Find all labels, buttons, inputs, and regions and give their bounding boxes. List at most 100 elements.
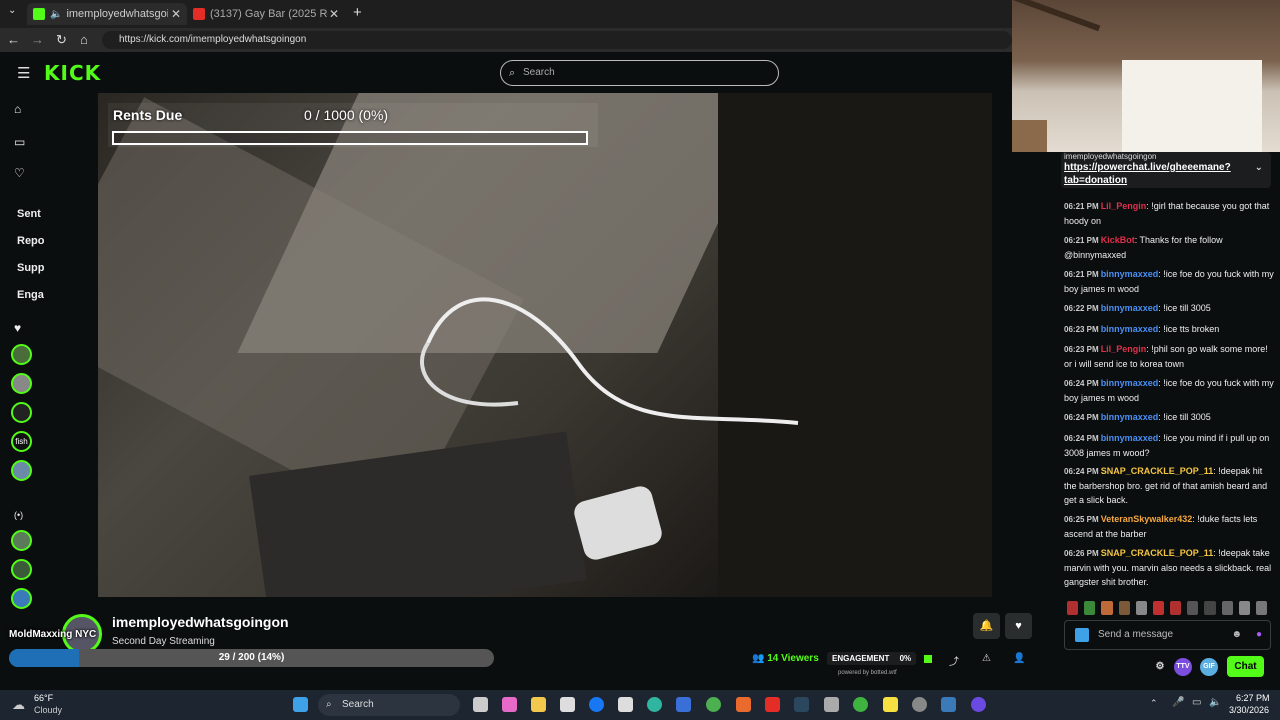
tab-kick[interactable]: 🔈 imemployedwhatsgoingon St ✕ [27,3,187,25]
xbox-icon[interactable] [853,697,868,712]
chat-username[interactable]: binnymaxxed [1101,269,1159,279]
chat-username[interactable]: VeteranSkywalker432 [1101,514,1193,524]
volume-icon[interactable]: 🔈 [1209,697,1221,708]
chat-input[interactable]: Send a message ☻ ● [1064,620,1271,650]
browse-icon[interactable]: ▭ [14,135,25,149]
task-view-icon[interactable] [473,697,488,712]
report-icon[interactable]: ⚠ [982,653,991,664]
close-tab-icon[interactable]: ✕ [171,7,181,21]
cloud-icon[interactable]: ☁ [12,697,25,713]
chat-username[interactable]: binnymaxxed [1101,324,1159,334]
emote-icon[interactable] [1204,601,1216,615]
goal-value: 0 / 1000 (0%) [304,107,389,123]
home-icon[interactable]: ⌂ [14,102,21,116]
emote-icon[interactable] [1135,601,1147,615]
edge-icon[interactable] [647,697,662,712]
sidebar-item-enga[interactable]: Enga [17,289,44,301]
emoji-icon[interactable]: ☻ [1231,621,1242,649]
ttv-button[interactable]: TTV [1174,658,1192,676]
facebook-icon[interactable] [589,697,604,712]
close-tab-icon[interactable]: ✕ [329,7,339,21]
clock-time[interactable]: 6:27 PM [1236,693,1270,703]
weather-temp[interactable]: 66°F [34,693,53,703]
chat-username[interactable]: binnymaxxed [1101,433,1159,443]
amazon-icon[interactable] [618,697,633,712]
back-icon[interactable]: ← [7,32,20,47]
steam-icon[interactable] [794,697,809,712]
menu-icon[interactable]: ☰ [17,64,30,82]
file-explorer-icon[interactable] [531,697,546,712]
chat-username[interactable]: binnymaxxed [1101,412,1159,422]
app-icon[interactable] [941,697,956,712]
forward-icon[interactable]: → [31,32,44,47]
gif-button[interactable]: GIF [1200,658,1218,676]
settings-gear-icon[interactable]: ⚙ [1151,658,1169,676]
word-icon[interactable] [676,697,691,712]
chat-username[interactable]: SNAP_CRACKLE_POP_11 [1101,466,1214,476]
emote-icon[interactable] [1118,601,1130,615]
avatar[interactable] [11,344,32,365]
avatar[interactable] [11,373,32,394]
mic-icon[interactable]: 🎤 [1172,697,1184,708]
emote-icon[interactable] [1170,601,1182,615]
tab-list-icon[interactable]: ⌄ [8,5,16,16]
sidebar-item-sent[interactable]: Sent [17,208,41,220]
emote-icon[interactable] [1238,601,1250,615]
notes-icon[interactable] [883,697,898,712]
store-icon[interactable] [560,697,575,712]
avatar[interactable] [11,588,32,609]
notification-bell-button[interactable]: 🔔 [973,613,1000,639]
pinned-link[interactable]: https://powerchat.live/gheeemane?tab=don… [1064,161,1268,187]
app-icon[interactable] [824,697,839,712]
chevron-down-icon[interactable]: ⌄ [1255,162,1263,173]
emote-icon[interactable] [1067,601,1079,615]
taskbar-search[interactable]: ⌕ Search [318,694,460,716]
emote-icon[interactable] [1101,601,1113,615]
emote-icon[interactable] [1221,601,1233,615]
chat-username[interactable]: SNAP_CRACKLE_POP_11 [1101,548,1214,558]
chat-username[interactable]: Lil_Pengin [1101,201,1147,211]
emote-icon[interactable] [1255,601,1268,615]
avatar[interactable] [11,559,32,580]
avatar[interactable] [11,402,32,423]
avatar[interactable] [11,460,32,481]
chat-username[interactable]: binnymaxxed [1101,303,1159,313]
kick-logo[interactable]: KICK [44,61,101,85]
send-chat-button[interactable]: Chat [1227,656,1264,677]
emote-icon[interactable] [1187,601,1199,615]
url-field[interactable]: https://kick.com/imemployedwhatsgoingon [102,31,1012,49]
app-icon[interactable] [912,697,927,712]
chat-username[interactable]: KickBot [1101,235,1135,245]
home-icon[interactable]: ⌂ [80,32,88,47]
add-user-icon[interactable]: 👤 [1013,653,1025,664]
youtube-icon[interactable] [765,697,780,712]
video-player[interactable]: Rents Due 0 / 1000 (0%) [98,93,992,597]
network-icon[interactable]: ▭ [1192,697,1201,708]
new-tab-button[interactable]: + [353,4,362,21]
app-icon[interactable] [736,697,751,712]
emote-icon[interactable] [1084,601,1096,615]
chrome-icon[interactable] [706,697,721,712]
sidebar-item-supp[interactable]: Supp [17,262,45,274]
pinned-message[interactable]: imemployedwhatsgoingon https://powerchat… [1061,152,1271,188]
following-icon[interactable]: ♡ [14,166,25,180]
avatar[interactable]: fish [11,431,32,452]
chat-username[interactable]: Lil_Pengin [1101,344,1147,354]
sidebar-item-repo[interactable]: Repo [17,235,45,247]
windows-start-icon[interactable] [293,697,308,712]
app-icon[interactable] [971,697,986,712]
avatar[interactable] [11,530,32,551]
tab-youtube[interactable]: (3137) Gay Bar (2025 Remaster) - ✕ [187,3,345,25]
emote-icon[interactable] [1152,601,1165,615]
weather-condition[interactable]: Cloudy [34,705,62,715]
share-icon[interactable]: ⤴ [949,653,959,668]
copilot-icon[interactable] [502,697,517,712]
search-input[interactable]: ⌕ Search [500,60,779,86]
chevron-up-icon[interactable]: ⌃ [1150,698,1158,709]
channel-name[interactable]: imemployedwhatsgoingon [112,614,289,630]
purple-emote-icon[interactable]: ● [1256,621,1262,649]
chat-username[interactable]: binnymaxxed [1101,378,1159,388]
clock-date[interactable]: 3/30/2026 [1229,705,1269,715]
follow-heart-button[interactable]: ♥ [1005,613,1032,639]
reload-icon[interactable]: ↻ [56,32,67,48]
